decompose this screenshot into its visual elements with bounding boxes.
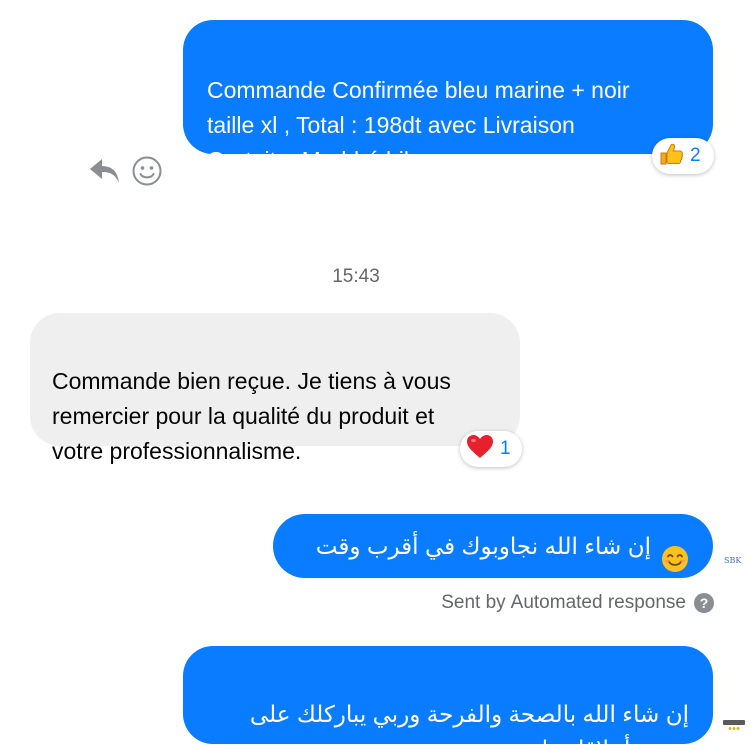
automated-response-link[interactable]: Automated response <box>511 592 686 614</box>
automated-response-note: Sent by Automated response ? <box>441 592 714 614</box>
outgoing-message-bubble[interactable]: Commande Confirmée bleu marine + noir ta… <box>183 20 713 173</box>
outgoing-message-bubble[interactable]: إن شاء الله بالصحة والفرحة وربي يباركلك … <box>183 646 713 750</box>
seen-indicator: SBK <box>724 556 742 565</box>
message-reaction[interactable]: 1 <box>460 431 522 467</box>
message-text: Commande bien reçue. Je tiens à vous rem… <box>52 368 451 464</box>
timestamp-text: 15:43 <box>332 266 380 287</box>
timestamp-divider: 15:43 <box>0 266 752 288</box>
reaction-count: 1 <box>500 438 511 459</box>
sent-by-label: Sent by <box>441 592 506 613</box>
question-circle-icon[interactable]: ? <box>694 593 714 613</box>
message-text: إن شاء الله بالصحة والفرحة وربي يباركلك … <box>249 701 689 750</box>
thumbs-up-icon <box>658 141 684 172</box>
smiling-face-icon <box>661 510 689 583</box>
heart-icon <box>466 434 494 465</box>
smiley-icon[interactable] <box>131 155 163 192</box>
incoming-message-bubble[interactable]: Commande bien reçue. Je tiens à vous rem… <box>30 313 520 464</box>
message-reaction[interactable]: 2 <box>652 138 714 174</box>
outgoing-message-bubble[interactable]: إن شاء الله نجاوبوك في أقرب وقت <box>273 514 713 578</box>
reply-arrow-icon[interactable] <box>88 156 122 191</box>
seen-avatar-icon <box>722 718 746 732</box>
message-text: Commande Confirmée bleu marine + noir ta… <box>207 77 630 173</box>
message-text: إن شاء الله نجاوبوك في أقرب وقت <box>315 532 651 559</box>
chat-thread: Commande Confirmée bleu marine + noir ta… <box>0 0 752 750</box>
reaction-count: 2 <box>690 145 701 166</box>
